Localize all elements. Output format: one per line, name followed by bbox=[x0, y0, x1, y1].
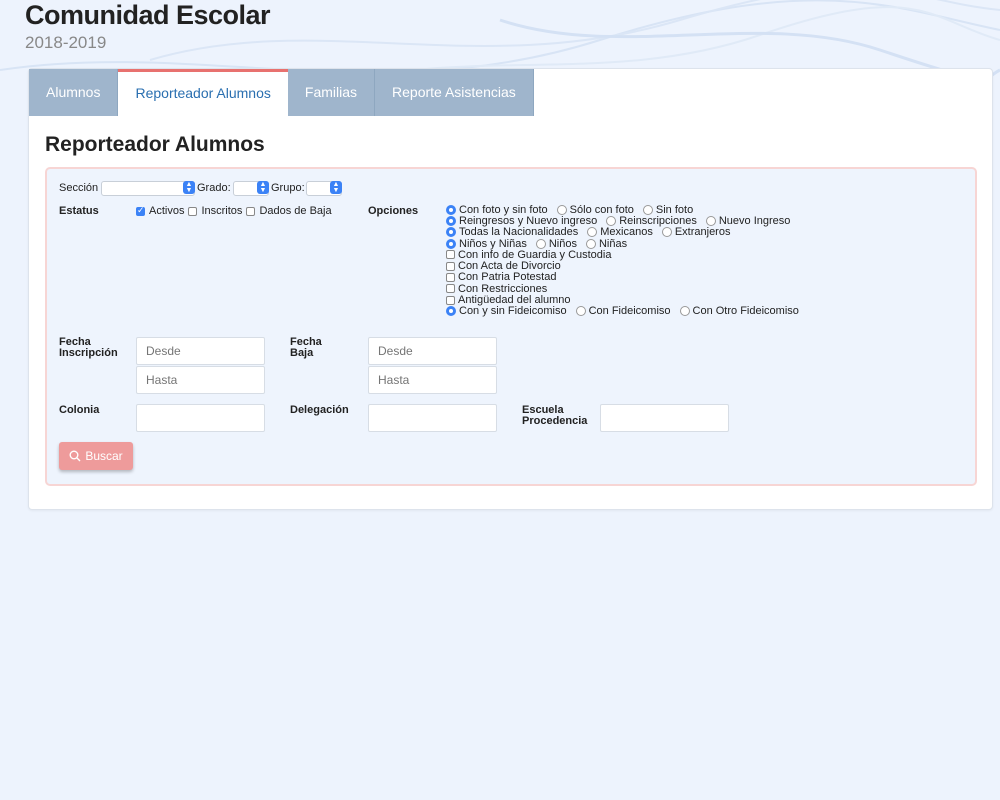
radio-reingresos-y-nuevo-ingreso[interactable]: Reingresos y Nuevo ingreso bbox=[446, 215, 597, 227]
check-antiguedad[interactable]: Antigüedad del alumno bbox=[446, 294, 808, 306]
radio-con-foto-y-sin-foto[interactable]: Con foto y sin foto bbox=[446, 204, 548, 216]
school-year: 2018-2019 bbox=[25, 33, 107, 52]
estatus-label: Estatus bbox=[59, 205, 99, 217]
genero-options: Niños y Niñas Niños Niñas bbox=[446, 238, 808, 250]
delegacion-label: Delegación bbox=[290, 404, 349, 416]
tab-reporteador-alumnos[interactable]: Reporteador Alumnos bbox=[118, 69, 288, 116]
check-acta-divorcio[interactable]: Con Acta de Divorcio bbox=[446, 260, 808, 272]
fecha-inscripcion-desde-input[interactable] bbox=[136, 337, 265, 365]
tab-reporte-asistencias[interactable]: Reporte Asistencias bbox=[375, 69, 534, 116]
search-icon bbox=[69, 450, 81, 462]
grupo-label: Grupo: bbox=[271, 182, 305, 194]
checkbox[interactable] bbox=[188, 206, 198, 216]
radio-sin-foto[interactable]: Sin foto bbox=[642, 204, 693, 216]
check-patria-potestad[interactable]: Con Patria Potestad bbox=[446, 271, 808, 283]
colonia-input[interactable] bbox=[136, 404, 265, 432]
main-panel: Alumnos Reporteador Alumnos Familias Rep… bbox=[28, 68, 993, 510]
tab-familias[interactable]: Familias bbox=[287, 69, 376, 116]
opciones-group: Con foto y sin foto Sólo con foto Sin fo… bbox=[446, 204, 808, 317]
colonia-label: Colonia bbox=[59, 404, 100, 416]
seccion-label: Sección bbox=[59, 182, 99, 194]
fideicomiso-options: Con y sin Fideicomiso Con Fideicomiso Co… bbox=[446, 305, 808, 317]
delegacion-input[interactable] bbox=[368, 404, 497, 432]
radio-solo-con-foto[interactable]: Sólo con foto bbox=[556, 204, 634, 216]
foto-options: Con foto y sin foto Sólo con foto Sin fo… bbox=[446, 204, 808, 216]
radio-extranjeros[interactable]: Extranjeros bbox=[661, 226, 730, 238]
checkbox[interactable] bbox=[136, 205, 145, 216]
tab-bar: Alumnos Reporteador Alumnos Familias Rep… bbox=[29, 69, 534, 116]
fecha-inscripcion-label: Fecha Inscripción bbox=[59, 336, 118, 359]
tab-alumnos[interactable]: Alumnos bbox=[29, 69, 119, 116]
estatus-dados-de-baja[interactable]: Dados de Baja bbox=[246, 205, 332, 217]
check-guardia-custodia[interactable]: Con info de Guardia y Custodia bbox=[446, 249, 808, 261]
app-title: Comunidad Escolar bbox=[25, 0, 271, 30]
grado-label: Grado: bbox=[197, 182, 231, 194]
chevron-updown-icon: ▲ ▼ bbox=[330, 181, 342, 194]
chevron-updown-icon: ▲ ▼ bbox=[183, 181, 195, 194]
estatus-activos[interactable]: Activos bbox=[136, 205, 184, 217]
radio-con-otro-fideicomiso[interactable]: Con Otro Fideicomiso bbox=[679, 305, 799, 317]
estatus-inscritos[interactable]: Inscritos bbox=[188, 205, 242, 217]
section-title: Reporteador Alumnos bbox=[45, 133, 265, 156]
escuela-procedencia-label: Escuela Procedencia bbox=[522, 404, 588, 427]
radio-mexicanos[interactable]: Mexicanos bbox=[587, 226, 653, 238]
fecha-inscripcion-hasta-input[interactable] bbox=[136, 366, 265, 394]
fecha-baja-desde-input[interactable] bbox=[368, 337, 497, 365]
checkbox[interactable] bbox=[246, 206, 256, 216]
grado-select[interactable]: ▲ ▼ bbox=[233, 181, 269, 196]
radio-nuevo-ingreso[interactable]: Nuevo Ingreso bbox=[705, 215, 790, 227]
opciones-label: Opciones bbox=[368, 205, 419, 217]
check-restricciones[interactable]: Con Restricciones bbox=[446, 283, 808, 295]
estatus-options: Activos Inscritos Dados de Baja bbox=[136, 205, 341, 217]
filters-form: Sección ▲▼ Grado: ▲▼ Grupo: ▲▼ Estatus A… bbox=[45, 167, 977, 486]
nacionalidad-options: Todas la Nacionalidades Mexicanos Extran… bbox=[446, 226, 808, 238]
buscar-button-label: Buscar bbox=[85, 449, 123, 463]
seccion-select[interactable]: ▲ ▼ bbox=[101, 181, 195, 196]
radio-ninas[interactable]: Niñas bbox=[585, 238, 627, 250]
radio-con-fideicomiso[interactable]: Con Fideicomiso bbox=[575, 305, 671, 317]
radio-ninos-y-ninas[interactable]: Niños y Niñas bbox=[446, 238, 527, 250]
page-header: Comunidad Escolar 2018-2019 bbox=[25, 0, 271, 53]
ingreso-options: Reingresos y Nuevo ingreso Reinscripcion… bbox=[446, 215, 808, 227]
escuela-procedencia-input[interactable] bbox=[600, 404, 729, 432]
fecha-baja-label: Fecha Baja bbox=[290, 336, 322, 359]
radio-todas-nacionalidades[interactable]: Todas la Nacionalidades bbox=[446, 226, 578, 238]
radio-ninos[interactable]: Niños bbox=[535, 238, 577, 250]
fecha-baja-hasta-input[interactable] bbox=[368, 366, 497, 394]
grupo-select[interactable]: ▲ ▼ bbox=[306, 181, 342, 196]
radio-reinscripciones[interactable]: Reinscripciones bbox=[606, 215, 697, 227]
buscar-button[interactable]: Buscar bbox=[59, 442, 133, 470]
chevron-updown-icon: ▲ ▼ bbox=[257, 181, 269, 194]
radio-con-y-sin-fideicomiso[interactable]: Con y sin Fideicomiso bbox=[446, 305, 567, 317]
